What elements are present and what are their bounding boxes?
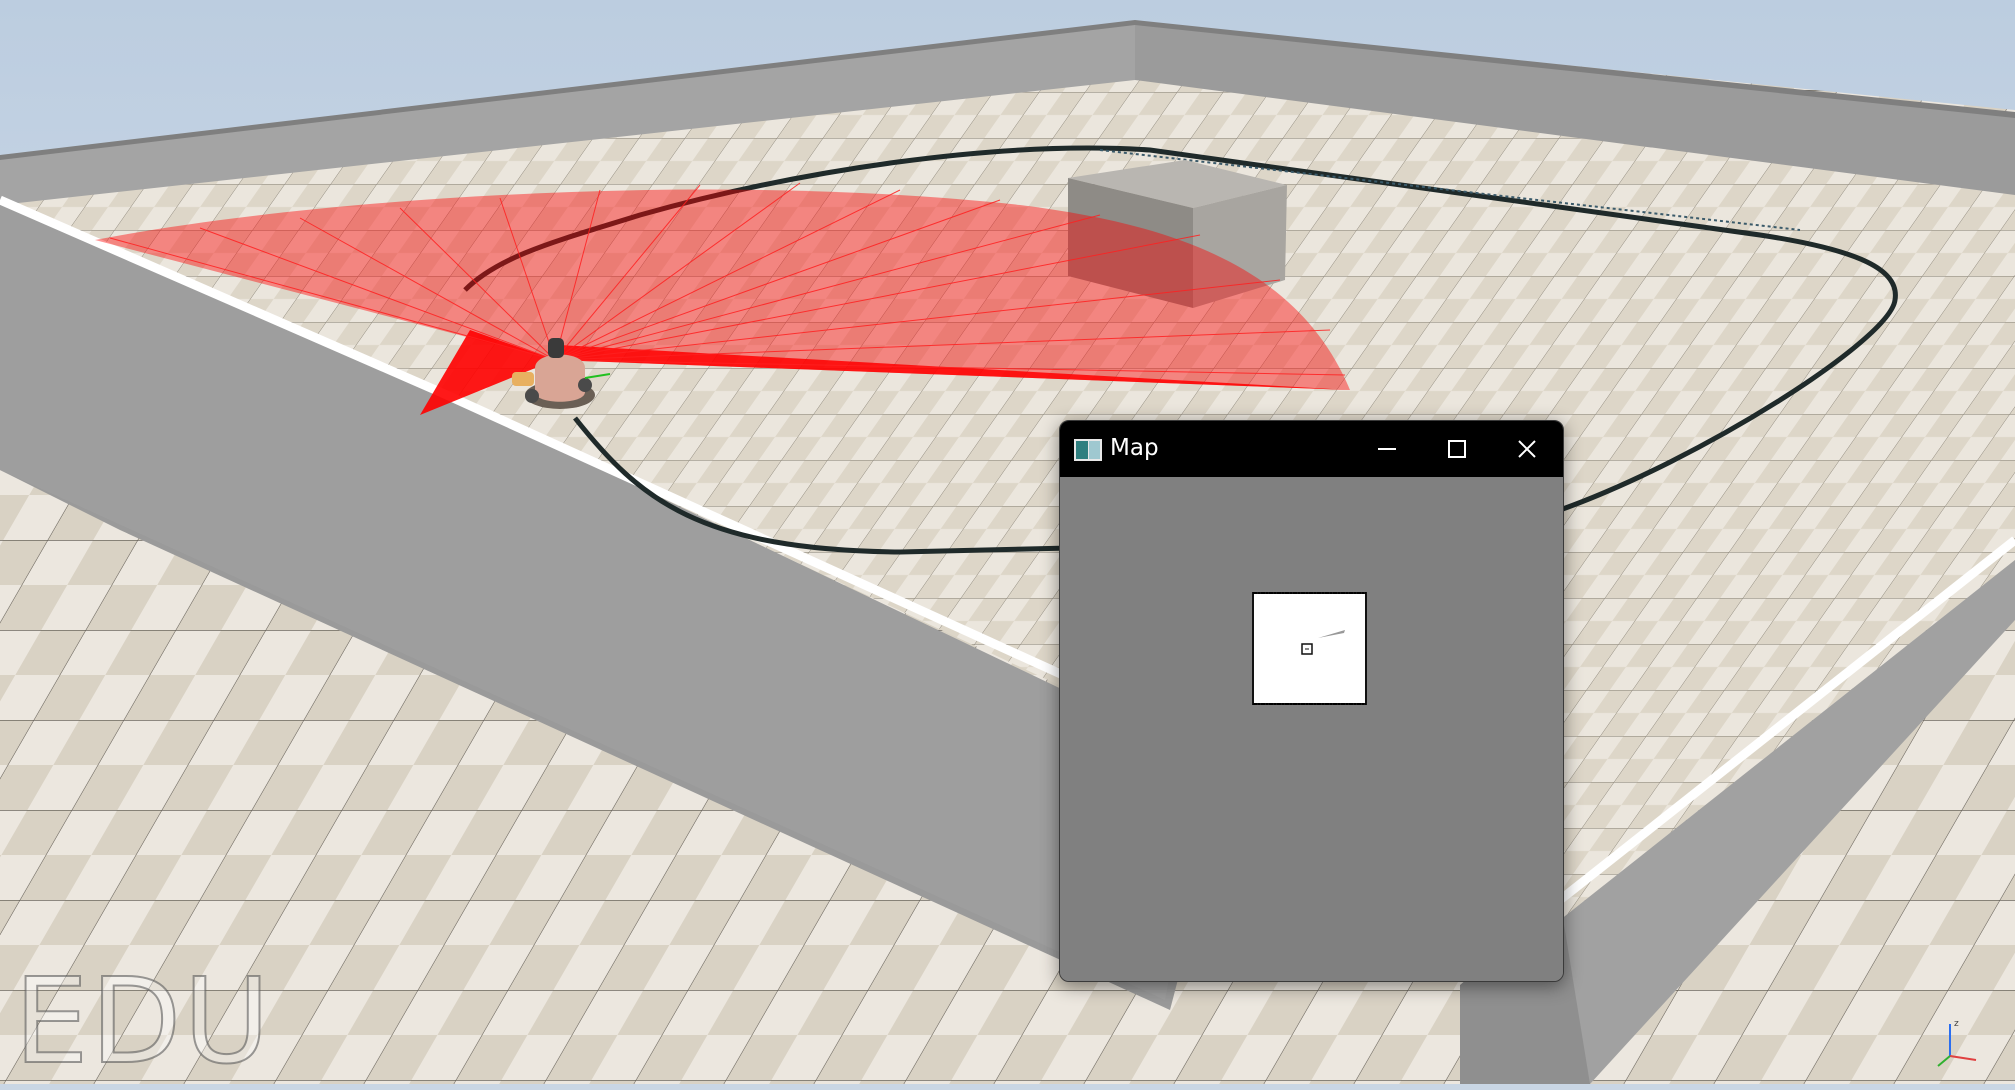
svg-text:z: z: [1954, 1019, 1959, 1029]
close-icon: [1518, 440, 1536, 458]
axis-gizmo-icon: z: [1937, 1019, 1977, 1067]
occupancy-grid-map: [1252, 592, 1367, 705]
simulation-3d-viewport[interactable]: [0, 0, 2015, 1084]
maximize-button[interactable]: [1422, 421, 1492, 477]
maximize-icon: [1448, 440, 1466, 458]
minimize-button[interactable]: [1352, 421, 1422, 477]
edu-watermark: EDU: [13, 952, 272, 1090]
map-view[interactable]: [1060, 477, 1563, 981]
map-app-icon: [1074, 439, 1102, 461]
map-window[interactable]: Map: [1059, 420, 1564, 982]
close-button[interactable]: [1492, 421, 1562, 477]
minimize-icon: [1378, 448, 1396, 450]
map-window-title: Map: [1110, 435, 1159, 461]
map-window-titlebar[interactable]: Map: [1060, 421, 1563, 477]
